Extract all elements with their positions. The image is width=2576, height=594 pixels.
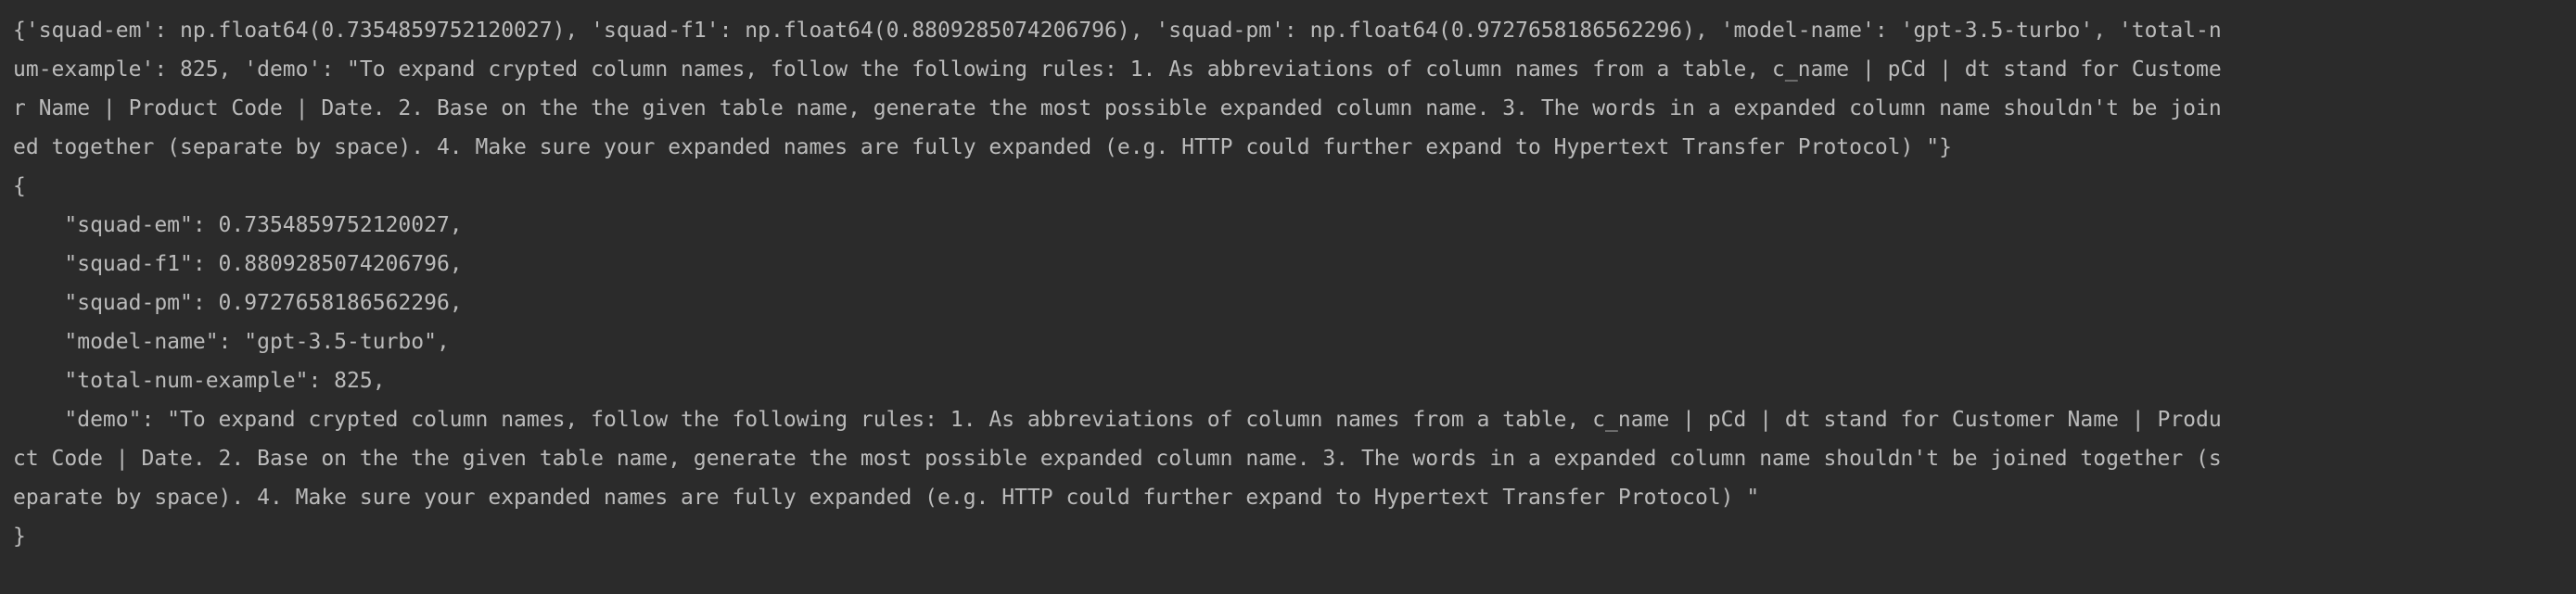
dict-output-line: um-example': 825, 'demo': "To expand cry… (13, 57, 2222, 82)
json-line-demo-continued: ct Code | Date. 2. Base on the the given… (13, 447, 2222, 471)
json-line-squad-pm: "squad-pm": 0.9727658186562296, (13, 291, 463, 315)
dict-output-line: r Name | Product Code | Date. 2. Base on… (13, 96, 2222, 120)
json-line-total-num-example: "total-num-example": 825, (13, 369, 386, 393)
dict-output-line: {'squad-em': np.float64(0.73548597521200… (13, 19, 2222, 43)
json-line-squad-em: "squad-em": 0.7354859752120027, (13, 213, 463, 237)
json-line-demo: "demo": "To expand crypted column names,… (13, 408, 2222, 432)
json-line-demo-continued: eparate by space). 4. Make sure your exp… (13, 486, 1760, 510)
json-line-squad-f1: "squad-f1": 0.8809285074206796, (13, 252, 463, 276)
json-close-brace: } (13, 524, 26, 549)
json-line-model-name: "model-name": "gpt-3.5-turbo", (13, 330, 450, 354)
json-open-brace: { (13, 174, 26, 198)
console-output: {'squad-em': np.float64(0.73548597521200… (0, 0, 2576, 594)
dict-output-line: ed together (separate by space). 4. Make… (13, 135, 1952, 159)
